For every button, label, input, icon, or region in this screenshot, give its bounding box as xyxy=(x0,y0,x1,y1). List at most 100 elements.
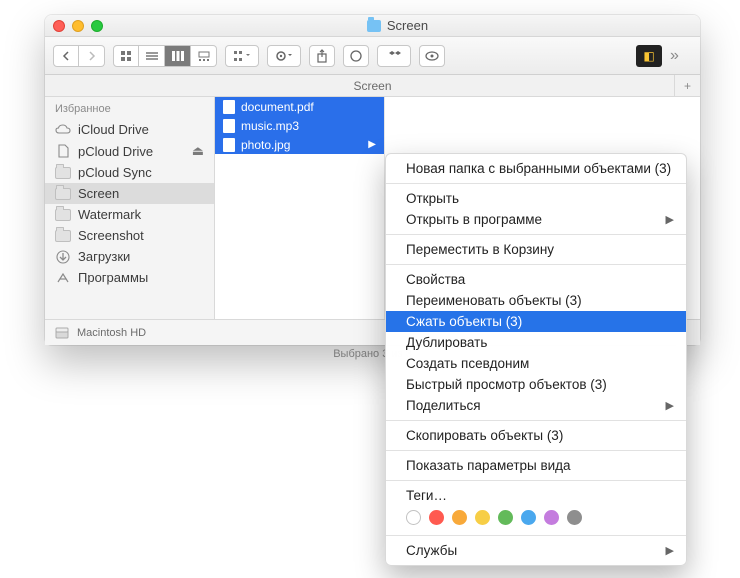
menu-item[interactable]: Быстрый просмотр объектов (3) xyxy=(386,374,686,395)
file-row[interactable]: photo.jpg ▶ xyxy=(215,135,384,154)
sidebar-item-applications[interactable]: Программы xyxy=(45,267,214,288)
sidebar-item-label: Screenshot xyxy=(78,228,144,243)
disk-icon xyxy=(55,327,69,339)
menu-separator xyxy=(386,535,686,536)
document-icon xyxy=(55,144,71,158)
file-name: photo.jpg xyxy=(241,138,290,152)
folder-icon xyxy=(55,229,71,243)
sidebar-item-label: iCloud Drive xyxy=(78,122,149,137)
menu-item[interactable]: Сжать объекты (3) xyxy=(386,311,686,332)
menu-item[interactable]: Службы▶ xyxy=(386,540,686,561)
file-name: document.pdf xyxy=(241,100,314,114)
menu-separator xyxy=(386,480,686,481)
context-menu: Новая папка с выбранными объектами (3) От… xyxy=(385,153,687,566)
sidebar-item-label: pCloud Drive xyxy=(78,144,153,159)
menu-separator xyxy=(386,183,686,184)
close-icon[interactable] xyxy=(53,20,65,32)
folder-icon xyxy=(367,20,381,32)
menu-item[interactable]: Показать параметры вида xyxy=(386,455,686,476)
window-controls xyxy=(53,20,103,32)
minimize-icon[interactable] xyxy=(72,20,84,32)
menu-item[interactable]: Переместить в Корзину xyxy=(386,239,686,260)
file-icon xyxy=(223,119,235,133)
menu-separator xyxy=(386,450,686,451)
file-column: document.pdf music.mp3 photo.jpg ▶ xyxy=(215,97,385,319)
toolbar: ◧ » xyxy=(45,37,700,75)
view-buttons xyxy=(113,45,217,67)
sidebar-item-label: Загрузки xyxy=(78,249,130,264)
menu-item[interactable]: Открыть в программе▶ xyxy=(386,209,686,230)
file-icon xyxy=(223,100,235,114)
tag-dot[interactable] xyxy=(429,510,444,525)
menu-item[interactable]: Теги… xyxy=(386,485,686,506)
tag-dot[interactable] xyxy=(521,510,536,525)
menu-item[interactable]: Новая папка с выбранными объектами (3) xyxy=(386,158,686,179)
tag-dot[interactable] xyxy=(452,510,467,525)
folder-icon xyxy=(55,208,71,222)
forward-button[interactable] xyxy=(79,45,105,67)
applications-icon xyxy=(55,271,71,285)
file-row[interactable]: document.pdf xyxy=(215,97,384,116)
menu-item[interactable]: Переименовать объекты (3) xyxy=(386,290,686,311)
pathbar-label[interactable]: Screen xyxy=(353,79,391,93)
menu-item[interactable]: Скопировать объекты (3) xyxy=(386,425,686,446)
disk-label[interactable]: Macintosh HD xyxy=(77,327,146,339)
sidebar-item-downloads[interactable]: Загрузки xyxy=(45,246,214,267)
titlebar: Screen xyxy=(45,15,700,37)
tag-dot[interactable] xyxy=(475,510,490,525)
sidebar-item-screenshot[interactable]: Screenshot xyxy=(45,225,214,246)
pathbar: Screen + xyxy=(45,75,700,97)
menu-separator xyxy=(386,264,686,265)
sidebar-item-watermark[interactable]: Watermark xyxy=(45,204,214,225)
file-name: music.mp3 xyxy=(241,119,299,133)
zoom-icon[interactable] xyxy=(91,20,103,32)
menu-item[interactable]: Дублировать xyxy=(386,332,686,353)
tags-button[interactable] xyxy=(343,45,369,67)
tag-dot[interactable] xyxy=(498,510,513,525)
sidebar-header: Избранное xyxy=(45,97,214,119)
sidebar-item-label: Программы xyxy=(78,270,148,285)
dropbox-button[interactable] xyxy=(377,45,411,67)
view-gallery-button[interactable] xyxy=(191,45,217,67)
sidebar-item-pcloud-drive[interactable]: pCloud Drive ⏏ xyxy=(45,140,214,162)
tag-dot[interactable] xyxy=(406,510,421,525)
chevron-right-icon: ▶ xyxy=(666,213,674,226)
view-icons-button[interactable] xyxy=(113,45,139,67)
menu-item[interactable]: Поделиться▶ xyxy=(386,395,686,416)
file-row[interactable]: music.mp3 xyxy=(215,116,384,135)
sidebar-item-icloud[interactable]: iCloud Drive xyxy=(45,119,214,140)
sidebar-item-pcloud-sync[interactable]: pCloud Sync xyxy=(45,162,214,183)
folder-icon xyxy=(55,187,71,201)
expand-button[interactable]: » xyxy=(670,47,692,65)
tags-row xyxy=(386,506,686,531)
arrange-button[interactable] xyxy=(225,45,259,67)
tag-dot[interactable] xyxy=(544,510,559,525)
action-button[interactable] xyxy=(267,45,301,67)
window-title-text: Screen xyxy=(387,18,428,33)
menu-item[interactable]: Создать псевдоним xyxy=(386,353,686,374)
view-columns-button[interactable] xyxy=(165,45,191,67)
sidebar-item-label: Watermark xyxy=(78,207,141,222)
file-icon xyxy=(223,138,235,152)
eject-icon[interactable]: ⏏ xyxy=(192,143,204,159)
nav-buttons xyxy=(53,45,105,67)
preview-thumbnail[interactable]: ◧ xyxy=(636,45,662,67)
share-button[interactable] xyxy=(309,45,335,67)
downloads-icon xyxy=(55,250,71,264)
menu-separator xyxy=(386,234,686,235)
sidebar-item-screen[interactable]: Screen xyxy=(45,183,214,204)
cloud-icon xyxy=(55,123,71,137)
tag-dot[interactable] xyxy=(567,510,582,525)
menu-item[interactable]: Открыть xyxy=(386,188,686,209)
sidebar: Избранное iCloud Drive pCloud Drive ⏏ pC… xyxy=(45,97,215,319)
view-list-button[interactable] xyxy=(139,45,165,67)
back-button[interactable] xyxy=(53,45,79,67)
menu-item[interactable]: Свойства xyxy=(386,269,686,290)
chevron-right-icon: ▶ xyxy=(666,399,674,412)
quicklook-button[interactable] xyxy=(419,45,445,67)
chevron-right-icon: ▶ xyxy=(368,139,376,150)
menu-separator xyxy=(386,420,686,421)
sidebar-item-label: Screen xyxy=(78,186,119,201)
new-tab-button[interactable]: + xyxy=(674,75,700,97)
folder-icon xyxy=(55,166,71,180)
